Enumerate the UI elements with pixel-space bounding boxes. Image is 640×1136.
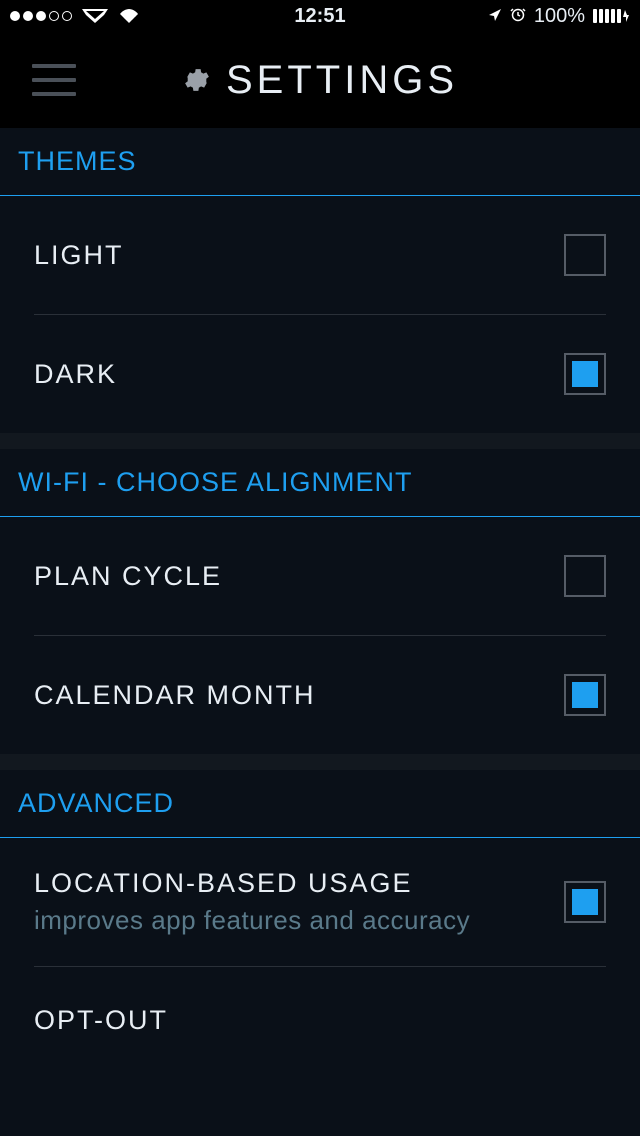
row-plan-cycle[interactable]: PLAN CYCLE: [0, 517, 640, 635]
checkbox-light[interactable]: [564, 234, 606, 276]
alarm-icon: [510, 5, 526, 28]
signal-dots: [10, 11, 72, 21]
label-calendar-month: CALENDAR MONTH: [34, 680, 316, 711]
sublabel-location: improves app features and accuracy: [34, 905, 470, 936]
menu-button[interactable]: [32, 64, 76, 96]
row-theme-light[interactable]: LIGHT: [0, 196, 640, 314]
location-icon: [488, 5, 502, 28]
header: SETTINGS: [0, 32, 640, 128]
section-themes: THEMES: [0, 128, 640, 196]
section-gap: [0, 433, 640, 449]
label-plan-cycle: PLAN CYCLE: [34, 561, 222, 592]
label-opt-out: OPT-OUT: [34, 1005, 168, 1036]
checkbox-plan-cycle[interactable]: [564, 555, 606, 597]
section-gap: [0, 754, 640, 770]
wifi-icon: [118, 8, 140, 24]
battery-percent: 100%: [534, 5, 585, 28]
checkbox-calendar-month[interactable]: [564, 674, 606, 716]
row-calendar-month[interactable]: CALENDAR MONTH: [0, 636, 640, 754]
label-light: LIGHT: [34, 240, 124, 271]
label-dark: DARK: [34, 359, 117, 390]
page-title: SETTINGS: [226, 58, 458, 103]
row-location-usage[interactable]: LOCATION-BASED USAGE improves app featur…: [0, 838, 640, 966]
checkbox-dark[interactable]: [564, 353, 606, 395]
row-opt-out[interactable]: OPT-OUT: [0, 967, 640, 1046]
carrier-icon: [80, 7, 110, 25]
row-theme-dark[interactable]: DARK: [0, 315, 640, 433]
section-advanced: ADVANCED: [0, 770, 640, 838]
section-wifi: WI-FI - CHOOSE ALIGNMENT: [0, 449, 640, 517]
status-left: [10, 7, 140, 25]
status-time: 12:51: [294, 5, 345, 28]
battery-icon: [593, 9, 630, 23]
checkbox-location[interactable]: [564, 881, 606, 923]
status-bar: 12:51 100%: [0, 0, 640, 32]
gear-icon: [182, 65, 212, 95]
label-location: LOCATION-BASED USAGE: [34, 868, 470, 899]
status-right: 100%: [488, 5, 630, 28]
